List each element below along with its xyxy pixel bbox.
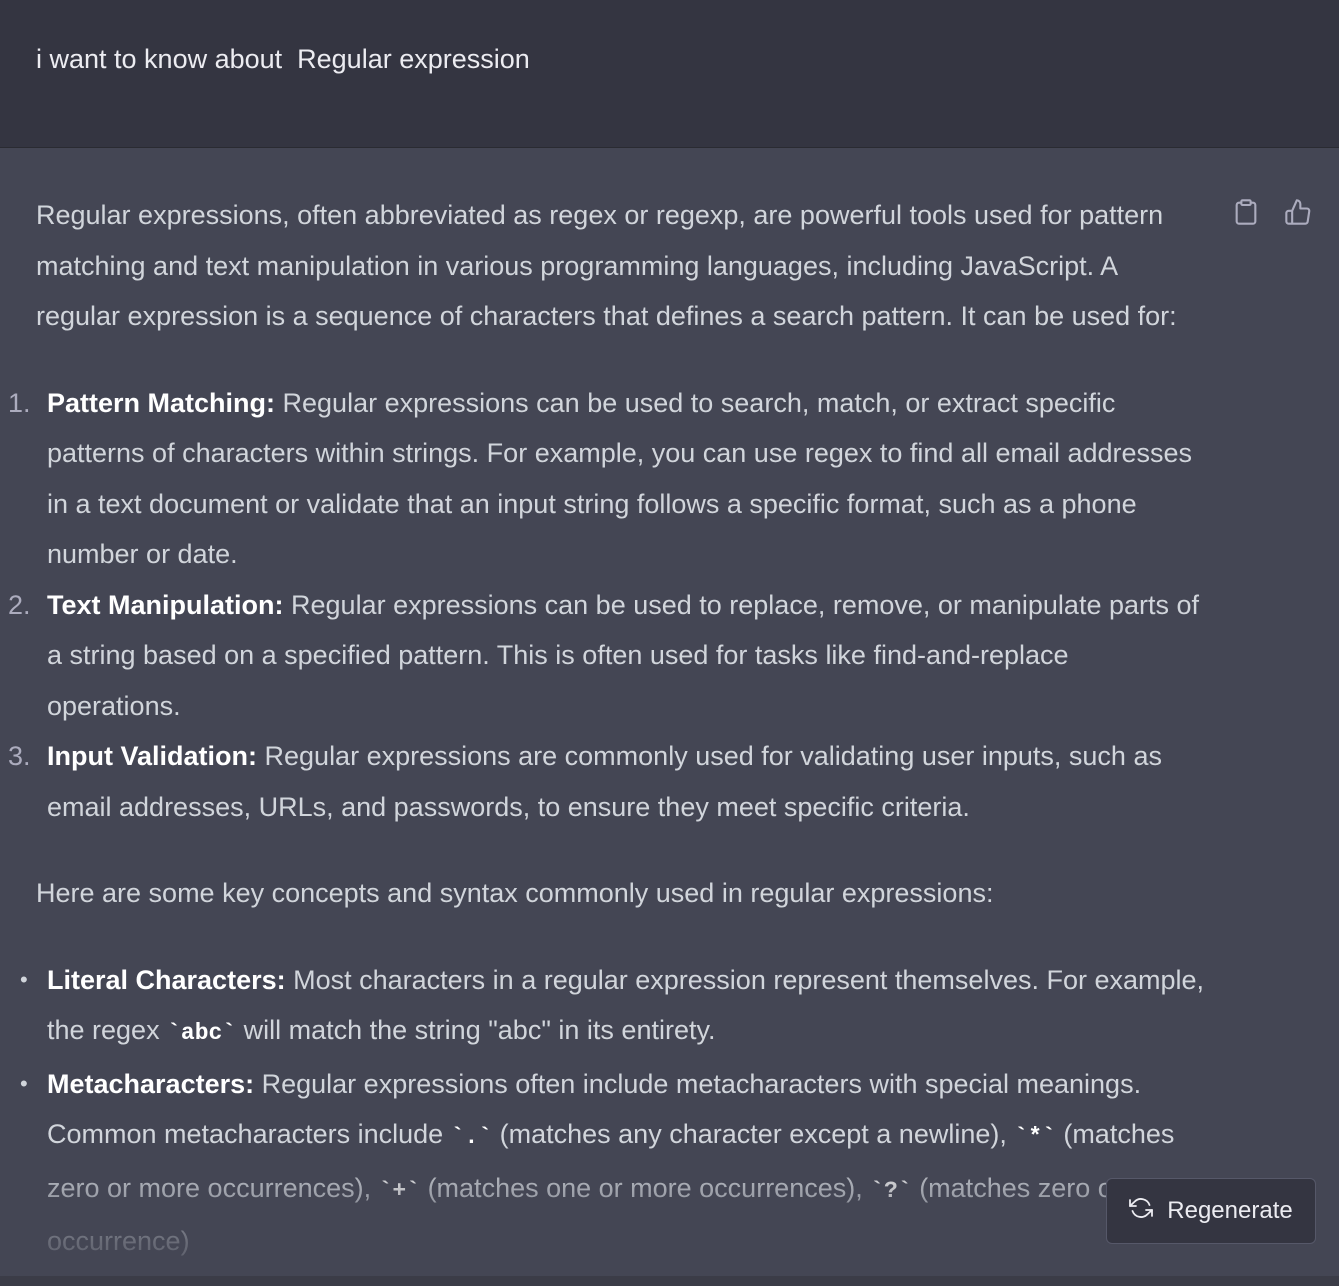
list-item-title: Metacharacters:: [47, 1068, 255, 1099]
thumbs-up-icon[interactable]: [1284, 198, 1312, 226]
list-item: 2. Text Manipulation: Regular expression…: [8, 580, 1206, 732]
user-message-text: i want to know about Regular expression: [36, 44, 530, 74]
assistant-message-row: Regular expressions, often abbreviated a…: [0, 148, 1339, 1286]
list-item: 1. Pattern Matching: Regular expressions…: [8, 378, 1206, 580]
list-item-title: Pattern Matching:: [47, 387, 276, 418]
concepts-list: • Literal Characters: Most characters in…: [20, 955, 1206, 1267]
user-message-row: i want to know about Regular expression: [0, 0, 1339, 148]
intro-paragraph: Regular expressions, often abbreviated a…: [36, 200, 1177, 331]
list-number: 2.: [8, 589, 31, 620]
list-item: • Metacharacters: Regular expressions of…: [20, 1059, 1206, 1267]
list-item-text: (matches any character except a newline)…: [499, 1119, 1007, 1149]
list-number: 1.: [8, 387, 31, 418]
list-item-title: Literal Characters:: [47, 964, 286, 995]
concepts-intro: Here are some key concepts and syntax co…: [36, 878, 994, 908]
regenerate-button[interactable]: Regenerate: [1106, 1178, 1316, 1244]
code-snippet: `?`: [870, 1177, 912, 1204]
message-actions: [1232, 198, 1312, 226]
bottom-bar: [0, 1276, 1339, 1286]
uses-list: 1. Pattern Matching: Regular expressions…: [8, 378, 1206, 833]
code-snippet: `abc`: [167, 1020, 237, 1046]
list-item: • Literal Characters: Most characters in…: [20, 955, 1206, 1059]
list-item-text: will match the string "abc" in its entir…: [243, 1015, 716, 1045]
code-snippet: `.`: [450, 1124, 493, 1150]
bullet: •: [20, 966, 28, 992]
list-item-text: (matches one or more occurrences),: [427, 1172, 863, 1203]
code-snippet: `+`: [378, 1177, 421, 1204]
code-snippet: `*`: [1014, 1124, 1056, 1150]
bullet: •: [20, 1070, 28, 1096]
clipboard-icon[interactable]: [1232, 198, 1260, 226]
refresh-icon: [1129, 1196, 1154, 1227]
list-item-title: Text Manipulation:: [47, 589, 284, 620]
list-item: 3. Input Validation: Regular expressions…: [8, 731, 1206, 832]
list-item-title: Input Validation:: [47, 741, 257, 771]
list-number: 3.: [8, 741, 31, 771]
assistant-message-content: Regular expressions, often abbreviated a…: [8, 190, 1206, 1267]
regenerate-label: Regenerate: [1167, 1197, 1293, 1224]
